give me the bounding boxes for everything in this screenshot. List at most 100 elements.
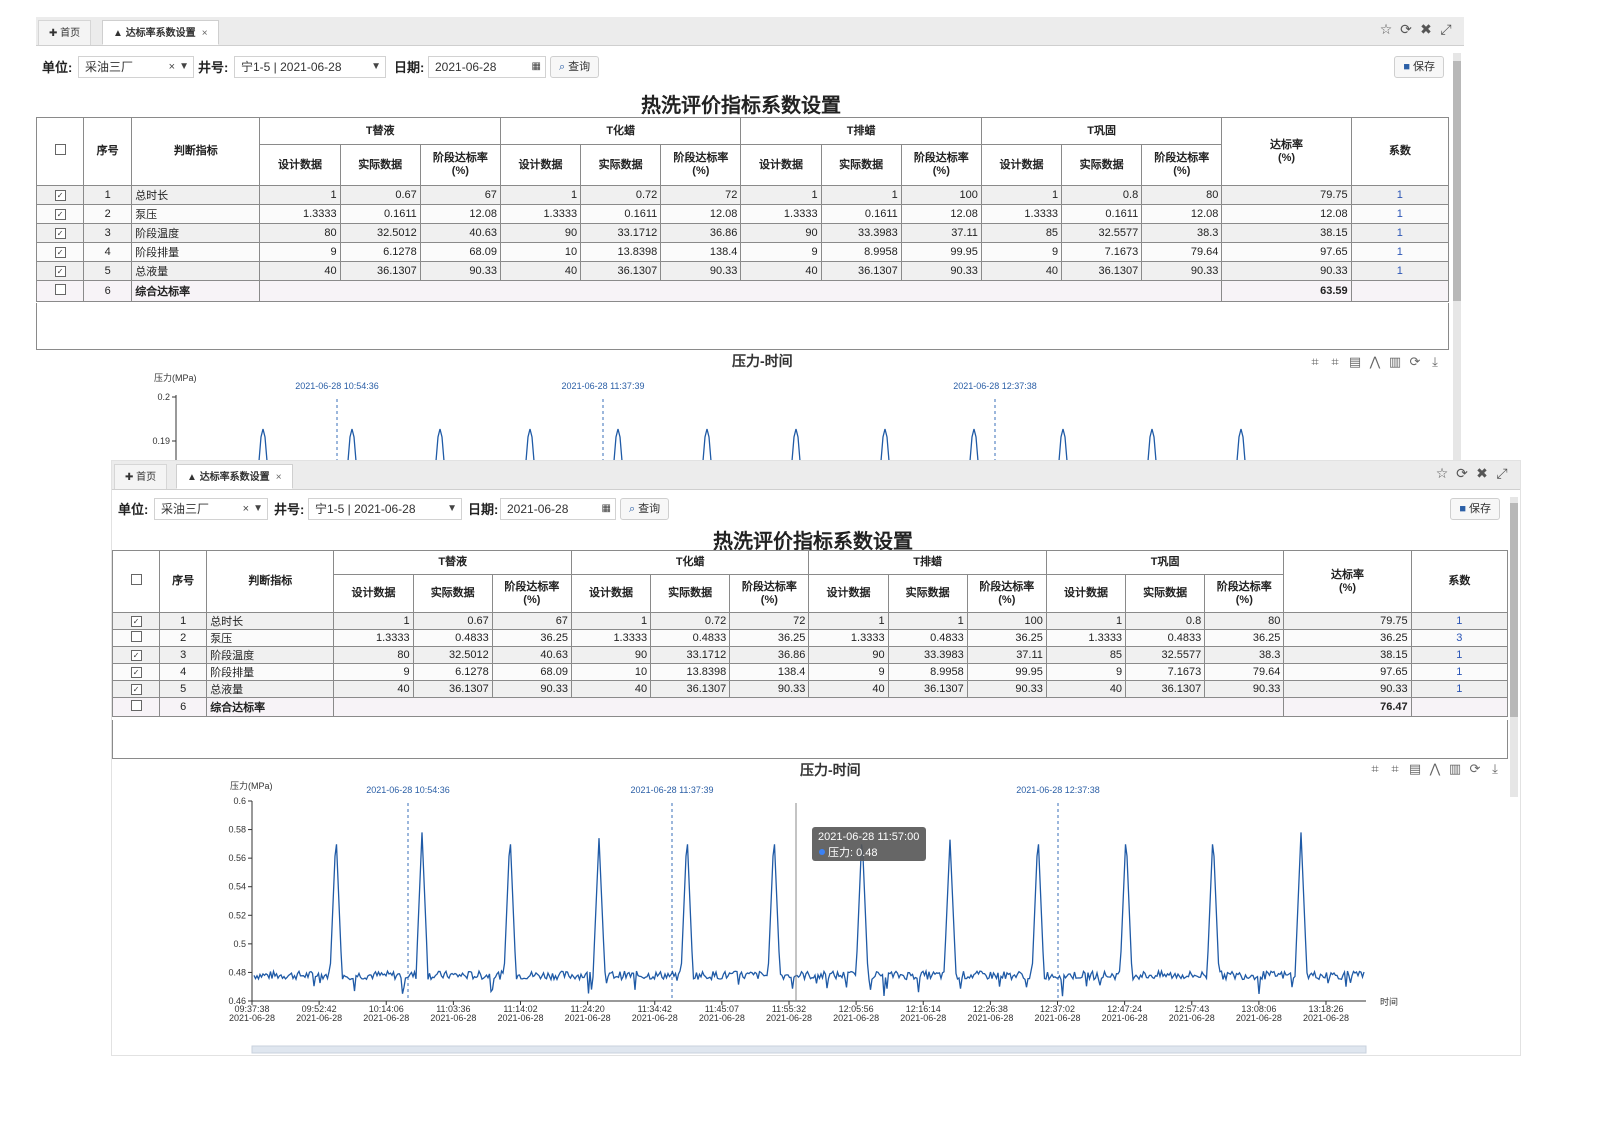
- fullscreen-icon[interactable]: ⤢: [1494, 465, 1514, 482]
- query-button[interactable]: ⌕ 查询: [620, 498, 670, 520]
- col-sub: 阶段达标率 (%): [660, 144, 742, 186]
- close-icon[interactable]: ✖: [1474, 465, 1494, 482]
- row-index: 5: [83, 261, 133, 281]
- x-tick-label: 2021-06-28: [1034, 1013, 1080, 1023]
- table-row[interactable]: ✓ 5 总液量 40 36.1307 90.33 40 36.1307 90.33 40 36.13…: [112, 680, 1509, 698]
- row-value: 33.1712: [580, 223, 662, 243]
- row-value: 0.1611: [580, 204, 662, 224]
- tab-active[interactable]: ▲ 达标率系数设置 ×: [176, 464, 293, 489]
- calendar-icon[interactable]: ▦: [532, 57, 541, 77]
- table-row[interactable]: ✓ 1 总时长 1 0.67 67 1 0.72 72 1 1 100 1 0.8 80 79.75 1: [36, 185, 1450, 205]
- row-value: 1.3333: [1045, 629, 1127, 647]
- refresh-icon[interactable]: ⟳: [1454, 465, 1474, 482]
- pressure-peak: [1147, 428, 1157, 461]
- row-checkbox[interactable]: ✓: [36, 204, 85, 224]
- y-tick-label: 0.2: [157, 392, 170, 402]
- tooltip-dot: [819, 849, 825, 855]
- chevron-down-icon[interactable]: ▼: [179, 57, 189, 77]
- row-checkbox[interactable]: ✓: [36, 261, 85, 281]
- row-value: 85: [1045, 646, 1127, 664]
- row-checkbox[interactable]: [112, 629, 161, 647]
- row-coef[interactable]: 1: [1350, 261, 1450, 281]
- close-icon[interactable]: ×: [276, 472, 282, 483]
- y-tick-label: 0.56: [228, 853, 246, 863]
- unit-select[interactable]: 采油三厂 × ▼: [154, 498, 268, 520]
- close-icon[interactable]: ✖: [1418, 21, 1438, 38]
- col-group: T替液: [259, 117, 501, 145]
- row-coef[interactable]: 1: [1410, 663, 1509, 681]
- save-button[interactable]: ■ 保存: [1450, 498, 1500, 520]
- table-row[interactable]: ✓ 2 泵压 1.3333 0.1611 12.08 1.3333 0.1611 12.08 1.…: [36, 204, 1450, 224]
- row-value: 36.1307: [1125, 680, 1206, 698]
- row-value: 40: [808, 680, 889, 698]
- col-sub: 阶段达标率 (%): [900, 144, 982, 186]
- row-coef[interactable]: 1: [1350, 223, 1450, 243]
- row-checkbox[interactable]: ✓: [112, 680, 161, 698]
- row-coef[interactable]: 1: [1350, 185, 1450, 205]
- date-input[interactable]: 2021-06-28 ▦: [428, 56, 546, 78]
- row-coef[interactable]: 1: [1350, 204, 1450, 224]
- well-select[interactable]: 宁1-5 | 2021-06-28 ▼: [308, 498, 462, 520]
- row-checkbox[interactable]: [112, 697, 161, 717]
- row-checkbox[interactable]: ✓: [36, 242, 85, 262]
- date-input[interactable]: 2021-06-28 ▦: [500, 498, 616, 520]
- chevron-down-icon[interactable]: ▼: [371, 57, 381, 77]
- vertical-scrollbar[interactable]: [1510, 497, 1518, 797]
- tab-bar: ✚ 首页 ▲ 达标率系数设置 × ☆ ⟳ ✖ ⤢: [112, 461, 1520, 490]
- table-row[interactable]: 2 泵压 1.3333 0.4833 36.25 1.3333 0.4833 36.25 1.3…: [112, 629, 1509, 647]
- summary-label: 综合达标率: [206, 697, 335, 717]
- calendar-icon[interactable]: ▦: [602, 499, 611, 519]
- row-checkbox[interactable]: ✓: [36, 223, 85, 243]
- chevron-down-icon[interactable]: ▼: [447, 499, 457, 519]
- col-sub: 设计数据: [570, 574, 652, 613]
- row-coef[interactable]: 1: [1410, 680, 1509, 698]
- table-row[interactable]: ✓ 3 阶段温度 80 32.5012 40.63 90 33.1712 36.86 90 33.3…: [112, 646, 1509, 664]
- row-value: 67: [491, 612, 572, 630]
- select-all-checkbox[interactable]: [36, 117, 85, 186]
- unit-select[interactable]: 采油三厂 × ▼: [78, 56, 194, 78]
- row-value: 32.5577: [1125, 646, 1206, 664]
- row-checkbox[interactable]: [36, 280, 85, 302]
- table-row[interactable]: ✓ 4 阶段排量 9 6.1278 68.09 10 13.8398 138.4 9 8.9958 9…: [36, 242, 1450, 262]
- tab-home[interactable]: ✚ 首页: [38, 20, 92, 45]
- table-row[interactable]: ✓ 1 总时长 1 0.67 67 1 0.72 72 1 1 100 1 0.8 80 79.75 1: [112, 612, 1509, 630]
- well-select[interactable]: 宁1-5 | 2021-06-28 ▼: [234, 56, 386, 78]
- star-icon[interactable]: ☆: [1434, 465, 1454, 482]
- row-value: 80: [259, 223, 341, 243]
- row-coef[interactable]: 1: [1410, 612, 1509, 630]
- save-button[interactable]: ■ 保存: [1394, 56, 1444, 78]
- row-coef[interactable]: 1: [1410, 646, 1509, 664]
- fullscreen-icon[interactable]: ⤢: [1438, 21, 1458, 38]
- clear-icon[interactable]: ×: [243, 499, 249, 519]
- row-index: 1: [83, 185, 133, 205]
- tab-home[interactable]: ✚ 首页: [114, 464, 168, 489]
- row-index: 3: [159, 646, 208, 664]
- row-checkbox[interactable]: ✓: [112, 612, 161, 630]
- clear-icon[interactable]: ×: [169, 57, 175, 77]
- marker-label: 2021-06-28 11:37:39: [562, 381, 645, 391]
- row-value: 0.4833: [412, 629, 493, 647]
- table-row[interactable]: ✓ 5 总液量 40 36.1307 90.33 40 36.1307 90.33 40 36.13…: [36, 261, 1450, 281]
- table-row[interactable]: ✓ 4 阶段排量 9 6.1278 68.09 10 13.8398 138.4 9 8.9958 9…: [112, 663, 1509, 681]
- row-coef[interactable]: 1: [1350, 242, 1450, 262]
- row-value: 0.72: [650, 612, 731, 630]
- row-value: 1: [570, 612, 652, 630]
- query-button[interactable]: ⌕ 查询: [550, 56, 600, 78]
- row-checkbox[interactable]: ✓: [112, 646, 161, 664]
- col-sub: 设计数据: [499, 144, 582, 186]
- row-index: 2: [83, 204, 133, 224]
- x-tick-label: 2021-06-28: [565, 1013, 611, 1023]
- chevron-down-icon[interactable]: ▼: [253, 499, 263, 519]
- table-row[interactable]: ✓ 3 阶段温度 80 32.5012 40.63 90 33.1712 36.86 90 33.3…: [36, 223, 1450, 243]
- row-value: 1.3333: [570, 629, 652, 647]
- select-all-checkbox[interactable]: [112, 550, 161, 613]
- row-coef[interactable]: 3: [1410, 629, 1509, 647]
- star-icon[interactable]: ☆: [1378, 21, 1398, 38]
- row-checkbox[interactable]: ✓: [112, 663, 161, 681]
- row-checkbox[interactable]: ✓: [36, 185, 85, 205]
- tab-active[interactable]: ▲ 达标率系数设置 ×: [102, 20, 219, 45]
- row-value: 33.3983: [820, 223, 902, 243]
- close-icon[interactable]: ×: [202, 28, 208, 39]
- refresh-icon[interactable]: ⟳: [1398, 21, 1418, 38]
- row-rate: 97.65: [1283, 663, 1412, 681]
